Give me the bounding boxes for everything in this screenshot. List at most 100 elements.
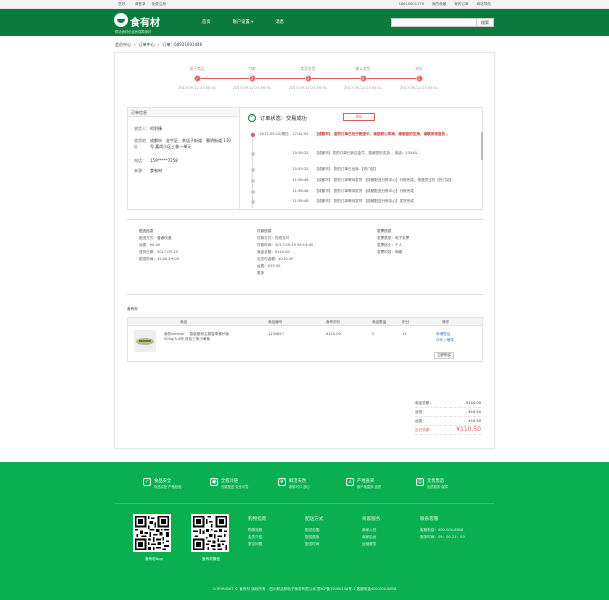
step-dot: ✓	[193, 75, 201, 82]
footer-link[interactable]: 购物流程	[248, 527, 266, 534]
farm-icon: ⌂	[346, 478, 354, 486]
greeting-text: 您好，	[118, 2, 129, 6]
footer-link[interactable]: 配送费用	[305, 534, 323, 541]
order-summary: 商品总额： ¥110.00 返现： - ¥19.50 运费： ¥19.50 应付总额：…	[415, 399, 481, 435]
breadcrumb-separator: ›	[134, 42, 136, 47]
my-orders-link[interactable]: 我的订单	[454, 2, 468, 7]
product-code: 1234657	[268, 332, 285, 336]
summary-shipping: 运费： ¥19.50	[415, 417, 481, 426]
leaf-icon: ❦	[278, 478, 286, 486]
breadcrumb-member-center[interactable]: 会员中心	[115, 42, 131, 48]
breadcrumb: 会员中心 › 订单中心 › 订单：60921931446	[115, 42, 202, 48]
shield-icon: ✓	[143, 478, 151, 486]
footer-link[interactable]: 常见问题	[248, 541, 266, 548]
footer-col-shopping-guide: 购物指南 购物流程 会员介绍 常见问题	[248, 517, 267, 548]
phone-row: 电话： 159*****7258	[134, 158, 178, 163]
feature-direct-sourcing: ⌂ 产地直采 原产地直采 品质	[346, 478, 381, 489]
breadcrumb-separator: ›	[157, 42, 160, 47]
footer-link[interactable]: 配送时间	[305, 541, 323, 548]
goods-table: 商品 商品编号 食有材价 商品数量 积分 操作 我的stemlar 智能厨师主厨…	[127, 317, 483, 362]
step-dot: 3	[304, 75, 312, 82]
step-place-order: 拍下商品 ✓ 2017-09-12 23:50:41	[177, 66, 217, 90]
login-link[interactable]: 请登录	[135, 2, 146, 7]
footer-link[interactable]: 商家入驻	[362, 527, 380, 534]
shop-name[interactable]: 食有材	[127, 307, 138, 312]
app-qr-label: 食有材App	[145, 557, 163, 561]
feature-cold-chain: ▣ 全程冷链 冷链配送 安全可靠	[210, 478, 249, 489]
order-progress: 拍下商品 ✓ 2017-09-12 23:50:41 付款 2 2017-09-…	[115, 53, 494, 101]
site-nav-link[interactable]: 网站导航	[477, 2, 491, 7]
summary-goods-total: 商品总额： ¥110.00	[415, 399, 481, 408]
order-info-title: 订单信息	[128, 108, 239, 117]
breadcrumb-order-center[interactable]: 订单中心	[139, 42, 155, 48]
step-review: 评价 5 2017-09-12 23:50:51	[399, 66, 439, 90]
footer-divider	[115, 503, 494, 504]
summary-payable: 应付总额： ¥110.50	[415, 426, 481, 435]
apply-after-sale-link[interactable]: 申请售后	[436, 332, 450, 337]
order-meta-section: 配送信息 配送方式：普通快递 运费：¥0.00 送货日期：2017-09-10 …	[127, 219, 483, 295]
nav-messages[interactable]: 消息	[275, 19, 284, 25]
payment-info: 付款信息 付款方式：在线支付 付款时间：2017-09-10 09:13:45 …	[257, 229, 314, 275]
app-qr-code	[133, 514, 171, 552]
main-nav: 首页 账户设置 ▾ 消息	[202, 19, 284, 25]
footer-col-delivery: 配送方式 配送范围 配送费用 配送时间	[305, 517, 324, 548]
timeline-item: 2017-09-10/周日 17:42:05 【成都市】 您的订单已处于配送中，请…	[248, 132, 478, 137]
site-footer: ✓ 食品安全 商品实拍 严格检验 ▣ 全程冷链 冷链配送 安全可靠 ❦ 鲜活天然 新鲜…	[0, 462, 609, 600]
product-image[interactable]	[134, 330, 156, 352]
order-status: ✓ 订单状态：交易成功	[248, 114, 307, 122]
product-name[interactable]: 我的stemlar 智能厨师主厨智享蛋炒饭 500g/3-4份 双色三条小黄鱼	[164, 332, 244, 342]
top-bar: 您好， 请登录 免费注册 18610601178 我的收藏 我的订单 网站导航	[0, 0, 609, 9]
register-link[interactable]: 免费注册	[152, 2, 166, 7]
footer-col-merchant: 商家服务 商家入驻 商家后台 运营服务	[362, 517, 381, 548]
timeline-item: 11:56:48 【成都市】 您的订单等待发货 【成都配送分拣中心】分拣完成，快递…	[248, 178, 478, 183]
order-info-box: 订单信息 收货人： 柯利臻 收货地址： 成都市 金牛区 茶店子街道 蜀明街道 110…	[127, 107, 483, 210]
goods-table-header: 商品 商品编号 食有材价 商品数量 积分 操作	[128, 318, 482, 326]
buy-again-button[interactable]: 立即购买	[434, 352, 454, 359]
timeline-scrollbar[interactable]	[481, 132, 483, 160]
order-info-panel: 订单信息 收货人： 柯利臻 收货地址： 成都市 金牛区 茶店子街道 蜀明街道 110…	[128, 108, 240, 209]
footer-link[interactable]: 商家后台	[362, 534, 380, 541]
user-phone-link[interactable]: 18610601178	[399, 2, 424, 7]
logo-slogan: 鲜活食材优选有保障食材	[115, 30, 152, 34]
customer-service-phone: 客服电话：400-000-8808	[420, 528, 464, 532]
product-qty: 2	[372, 332, 375, 336]
site-logo[interactable]: 食有材 鲜活食材优选有保障食材	[114, 13, 160, 34]
feature-after-sale: ☺ 无忧售后 优质服务 保障	[416, 478, 448, 489]
nav-home[interactable]: 首页	[202, 19, 211, 25]
step-confirm-receipt: 确认收货 4 2017-09-12 23:50:51	[343, 66, 383, 90]
check-circle-icon: ✓	[248, 114, 256, 122]
feature-fresh-natural: ❦ 鲜活天然 新鲜可口 放心	[278, 478, 310, 489]
nav-account-settings[interactable]: 账户设置 ▾	[233, 19, 254, 25]
copyright-text: COPYRIGHT © 食有材 版权所有 四川鲜活鲜电子商务有限公司 蜀ICP备…	[212, 587, 397, 591]
review-button[interactable]: 评价	[343, 113, 375, 121]
site-header	[0, 9, 609, 36]
favorites-link[interactable]: 我的收藏	[432, 2, 446, 7]
product-points: 11	[402, 332, 407, 336]
search-button[interactable]: 搜索	[477, 18, 494, 27]
wechat-qr-code	[191, 514, 229, 552]
step-payment: 付款 2 2017-09-12 23:50:51	[232, 66, 272, 90]
review-share-link[interactable]: 评价 | 晒单	[436, 338, 454, 343]
logistics-timeline: 2017-09-10/周日 17:42:05 【成都市】 您的订单已处于配送中，请…	[248, 128, 484, 208]
search-input[interactable]	[392, 19, 476, 26]
step-dot: 4	[359, 75, 367, 82]
step-shipping: 卖家发货 3 2017-09-12 23:50:51	[288, 66, 328, 90]
footer-link[interactable]: 配送范围	[305, 527, 323, 534]
summary-cashback: 返现： - ¥19.50	[415, 408, 481, 417]
footer-link[interactable]: 会员介绍	[248, 534, 266, 541]
logo-name: 食有材	[130, 18, 160, 29]
service-icon: ☺	[416, 478, 424, 486]
timeline-item: 11:56:48 【成都市】 您的订单等待发货 【成都配送分拣中心】分拣完成	[248, 189, 478, 194]
recipient-row: 收货人： 柯利臻	[134, 126, 162, 131]
order-status-text: 订单状态：交易成功	[260, 115, 307, 122]
delivery-info: 配送信息 配送方式：普通快递 运费：¥0.00 送货日期：2017-09-10 …	[139, 229, 179, 261]
timeline-item: 15:39:25 【成都市】您的订单已到达金牛，感谢您的支持 ，电话：13540.…	[248, 151, 478, 156]
footer-link[interactable]: 运营服务	[362, 541, 380, 548]
product-price: ¥110.00	[326, 332, 341, 336]
timeline-item: 15:59:25 【成都市】 您的订单已出库 【热门站】	[248, 167, 478, 172]
step-dot: 2	[248, 75, 256, 82]
timeline-item: 11:56:48 【成都市】 您的订单等待发货 【成都配送分拣中心】发货完成	[248, 199, 478, 204]
truck-icon: ▣	[210, 478, 218, 486]
source-row: 来源： 食有材	[134, 168, 162, 173]
address-row: 收货地址： 成都市 金牛区 茶店子街道 蜀明街道 110号 嘉尚小区三栋一单元	[134, 138, 231, 149]
